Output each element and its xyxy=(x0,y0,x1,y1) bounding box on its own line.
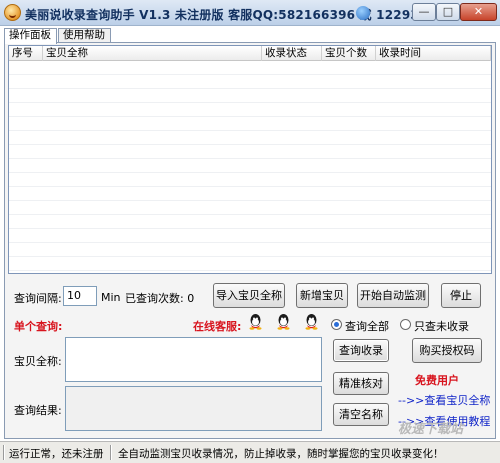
watermark-text: 极速下载站 xyxy=(398,422,464,437)
tab-operation-panel[interactable]: 操作面板 xyxy=(4,28,57,44)
free-user-label: 免费用户 xyxy=(415,374,459,387)
interval-label: 查询间隔: xyxy=(14,292,62,305)
query-result-label: 查询结果: xyxy=(14,404,62,417)
radio-query-all-label[interactable]: 查询全部 xyxy=(345,318,389,334)
qq-service-2-icon[interactable] xyxy=(275,313,292,330)
exact-check-button[interactable]: 精准核对 xyxy=(333,372,389,395)
interval-unit: Min xyxy=(101,291,121,304)
close-button[interactable]: ✕ xyxy=(460,3,497,21)
column-header-time[interactable]: 收录时间 xyxy=(376,46,491,61)
status-separator xyxy=(110,445,112,460)
qq-service-3-icon[interactable] xyxy=(303,313,320,330)
item-name-label: 宝贝全称: xyxy=(14,355,62,368)
clear-name-button[interactable]: 清空名称 xyxy=(333,403,389,426)
online-service-label: 在线客服: xyxy=(193,320,242,333)
column-header-index[interactable]: 序号 xyxy=(9,46,43,61)
tab-help[interactable]: 使用帮助 xyxy=(58,28,111,43)
radio-query-all[interactable] xyxy=(331,319,342,330)
stop-button[interactable]: 停止 xyxy=(441,283,481,308)
app-logo-icon xyxy=(4,4,21,21)
status-right-text: 全自动监测宝贝收录情况，防止掉收录，随时掌握您的宝贝收录变化！ xyxy=(118,448,444,460)
status-left-text: 运行正常，还未注册 xyxy=(9,448,104,460)
window-title: 美丽说收录查询助手 V1.3 未注册版 客服QQ:582166396 或 122… xyxy=(25,8,462,22)
single-query-heading: 单个查询: xyxy=(14,320,63,333)
radio-unindexed-only[interactable] xyxy=(400,319,411,330)
maximize-button[interactable]: □ xyxy=(436,3,460,21)
table-header: 序号 宝贝全称 收录状态 宝贝个数 收录时间 xyxy=(9,46,491,61)
import-names-button[interactable]: 导入宝贝全称 xyxy=(213,283,285,308)
radio-unindexed-only-label[interactable]: 只查未收录 xyxy=(414,318,469,334)
column-header-status[interactable]: 收录状态 xyxy=(262,46,322,61)
results-table[interactable]: 序号 宝贝全称 收录状态 宝贝个数 收录时间 xyxy=(8,45,492,274)
table-body xyxy=(9,61,491,273)
column-header-count[interactable]: 宝贝个数 xyxy=(322,46,376,61)
minimize-button[interactable]: — xyxy=(412,3,436,21)
query-index-button[interactable]: 查询收录 xyxy=(333,339,389,362)
qq-badge-icon xyxy=(356,6,370,20)
start-monitor-button[interactable]: 开始自动监测 xyxy=(357,283,429,308)
add-item-button[interactable]: 新增宝贝 xyxy=(296,283,348,308)
buy-license-button[interactable]: 购买授权码 xyxy=(412,338,482,363)
column-header-name[interactable]: 宝贝全称 xyxy=(43,46,262,61)
query-count-text: 已查询次数: 0 xyxy=(125,292,195,305)
qq-service-1-icon[interactable] xyxy=(247,313,264,330)
status-separator xyxy=(3,445,5,460)
title-bar: 美丽说收录查询助手 V1.3 未注册版 客服QQ:582166396 或 122… xyxy=(0,0,500,26)
status-bar: 运行正常，还未注册 全自动监测宝贝收录情况，防止掉收录，随时掌握您的宝贝收录变化… xyxy=(0,441,500,463)
query-result-output xyxy=(65,386,322,431)
interval-input[interactable]: 10 xyxy=(63,286,97,306)
item-name-input[interactable] xyxy=(65,337,322,382)
view-item-names-link[interactable]: -->>查看宝贝全称 xyxy=(398,392,490,408)
